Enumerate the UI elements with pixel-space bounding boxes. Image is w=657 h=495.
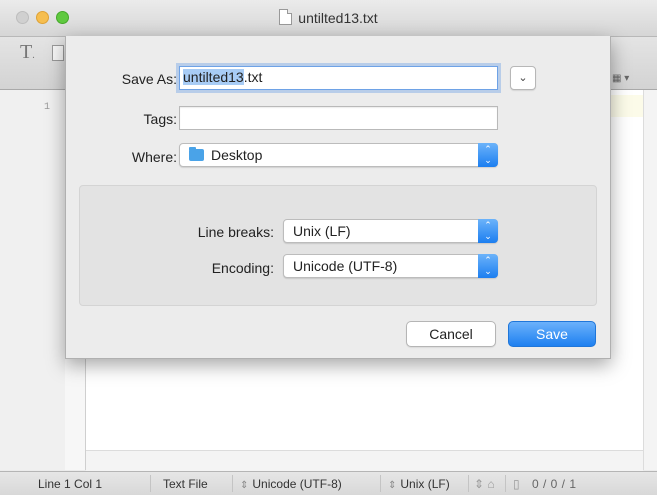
line-breaks-popup[interactable]: Unix (LF) ⌃ ⌄ <box>283 219 498 243</box>
document-icon <box>279 9 293 25</box>
filename-extension: .txt <box>243 69 263 85</box>
line-breaks-label: Line breaks: <box>197 224 274 240</box>
tags-input[interactable] <box>179 106 498 130</box>
syntax-selector[interactable]: Text File <box>163 477 208 491</box>
encoding-selector[interactable]: ⇕ Unicode (UTF-8) <box>240 477 342 491</box>
window-title-text: untilted13.txt <box>298 10 378 26</box>
cancel-button[interactable]: Cancel <box>406 321 496 347</box>
line-breaks-selector[interactable]: ⇕ Unix (LF) <box>388 477 450 491</box>
tags-label: Tags: <box>143 111 177 127</box>
line-number: 1 <box>44 102 51 113</box>
stepper-arrows-icon: ⌃ ⌄ <box>478 254 498 278</box>
text-format-icon[interactable]: T. <box>20 41 35 64</box>
save-dialog: Save As: untilted13.txt ⌄ Tags: Where: D… <box>65 36 611 359</box>
filename-input[interactable]: untilted13.txt <box>179 66 498 90</box>
save-as-label: Save As: <box>121 71 177 87</box>
window-title: untilted13.txt <box>0 9 657 26</box>
document-counts: 0 / 0 / 1 <box>532 477 577 491</box>
expand-dialog-button[interactable]: ⌄ <box>510 66 536 90</box>
save-button[interactable]: Save <box>508 321 596 347</box>
toolbar-options-icon[interactable]: ▦ ▾ <box>612 73 629 84</box>
chevron-down-icon: ⌄ <box>518 72 528 84</box>
options-panel <box>79 185 597 306</box>
line-number-gutter <box>0 90 66 470</box>
stepper-icon: ⇕ <box>388 480 397 491</box>
cursor-position: Line 1 Col 1 <box>38 477 103 491</box>
encoding-popup[interactable]: Unicode (UTF-8) ⌃ ⌄ <box>283 254 498 278</box>
where-value: Desktop <box>211 147 263 163</box>
filename-selected-text: untilted13 <box>183 69 244 85</box>
page-icon[interactable] <box>52 45 64 61</box>
where-label: Where: <box>131 149 177 165</box>
stepper-arrows-icon: ⌃ ⌄ <box>478 219 498 243</box>
stepper-icon: ⇕ <box>240 480 249 491</box>
encoding-label: Encoding: <box>211 260 274 276</box>
stepper-arrows-icon: ⌃ ⌄ <box>478 143 498 167</box>
encoding-value: Unicode (UTF-8) <box>293 258 398 274</box>
lock-icon[interactable]: ⇕ ⌂ <box>474 477 495 491</box>
folder-icon <box>189 147 204 161</box>
vertical-scrollbar[interactable] <box>643 90 657 470</box>
where-popup[interactable]: Desktop ⌃ ⌄ <box>179 143 498 167</box>
line-breaks-value: Unix (LF) <box>293 223 351 239</box>
document-stats-icon: ▯ <box>513 477 520 491</box>
title-bar: untilted13.txt <box>0 0 657 37</box>
status-bar: Line 1 Col 1 Text File ⇕ Unicode (UTF-8) … <box>0 471 657 495</box>
horizontal-scrollbar[interactable] <box>86 450 643 471</box>
